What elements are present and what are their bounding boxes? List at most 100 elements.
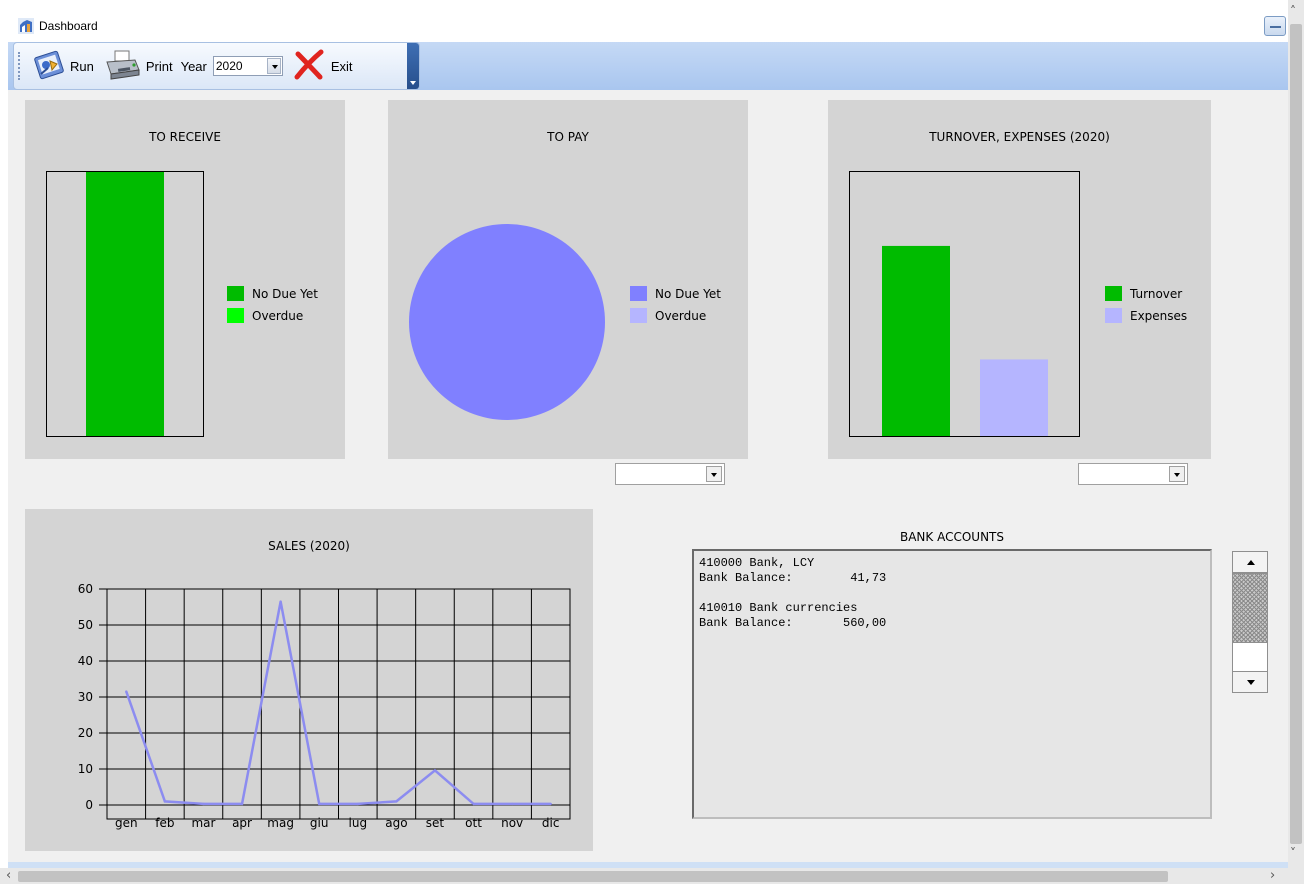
year-select[interactable]: 2020 (212, 56, 283, 76)
year-value: 2020 (215, 59, 243, 73)
to-pay-filter-select[interactable] (615, 463, 725, 485)
x-tick-label: dic (542, 816, 560, 830)
window-title: Dashboard (39, 19, 98, 33)
x-tick-label: giu (310, 816, 329, 830)
x-tick-label: ago (385, 816, 407, 830)
x-tick-label: gen (115, 816, 138, 830)
toolbar: Run Print Year 2020 Exit (13, 42, 420, 90)
sales-data-point (125, 690, 128, 693)
run-icon (32, 48, 66, 85)
legend-swatch (630, 286, 647, 301)
sales-data-point (510, 802, 514, 806)
x-tick-label: set (426, 816, 445, 830)
sales-data-point (472, 802, 475, 806)
chevron-down-icon[interactable] (706, 466, 722, 482)
y-tick-label: 30 (78, 690, 93, 704)
legend-label: No Due Yet (252, 286, 318, 301)
sales-data-point (395, 800, 398, 803)
scroll-down-icon[interactable]: ˅ (1290, 846, 1296, 860)
x-tick-label: mag (267, 816, 294, 830)
to-pay-pie-slice-no-due (409, 224, 605, 420)
run-button[interactable]: Run (32, 48, 94, 85)
legend-item-overdue: Overdue (227, 308, 303, 323)
scroll-track[interactable] (1232, 643, 1268, 671)
exit-label: Exit (330, 58, 353, 74)
y-tick-label: 40 (78, 654, 93, 668)
y-tick-label: 10 (78, 762, 93, 776)
sales-data-point (202, 802, 205, 806)
run-label: Run (70, 58, 94, 74)
legend-label: Expenses (1130, 308, 1188, 323)
legend-swatch (1105, 286, 1122, 301)
legend-swatch (227, 308, 244, 323)
print-label: Print (145, 58, 173, 74)
turnover-bar (882, 245, 950, 436)
to-pay-title: TO PAY (547, 130, 589, 144)
y-tick-label: 50 (78, 618, 93, 632)
x-tick-label: mar (191, 816, 215, 830)
legend-label: Overdue (252, 308, 304, 323)
scrollbar-corner (1288, 866, 1304, 884)
minimize-button[interactable] (1264, 16, 1286, 36)
scroll-left-icon[interactable]: ‹ (6, 868, 11, 883)
scroll-up-icon[interactable]: ˄ (1290, 4, 1296, 18)
legend-item-expenses: Expenses (1105, 308, 1187, 323)
legend-label: No Due Yet (655, 286, 721, 301)
sales-line-chart: 0 10 20 30 40 50 60 gen feb mar apr mag giu lug ago set… (78, 582, 571, 830)
chevron-down-icon[interactable] (1169, 466, 1185, 482)
to-pay-chart (409, 224, 605, 420)
x-tick-label: lug (349, 816, 368, 830)
sales-data-point (549, 802, 552, 806)
sales-data-point (433, 769, 437, 772)
legend-label: Turnover (1130, 286, 1183, 301)
x-tick-label: nov (501, 816, 523, 830)
to-receive-chart (46, 171, 204, 437)
legend-item-no-due-yet: No Due Yet (630, 286, 721, 301)
sales-data-point (356, 802, 359, 806)
sales-data-point (240, 802, 244, 806)
horizontal-scroll-thumb[interactable] (18, 871, 1168, 882)
scroll-up-arrow-icon[interactable] (1232, 551, 1268, 573)
y-tick-label: 0 (85, 798, 93, 812)
to-receive-bar-no-due (86, 172, 164, 436)
scroll-thumb[interactable] (1232, 573, 1268, 643)
vertical-scroll-thumb[interactable] (1290, 24, 1302, 844)
sales-panel: SALES (2020) 0 10 20 30 40 50 60 gen feb mar apr ma… (25, 509, 593, 851)
x-tick-label: apr (232, 816, 252, 830)
print-button[interactable]: Print (104, 48, 173, 85)
legend-label: Overdue (655, 308, 707, 323)
y-tick-label: 20 (78, 726, 93, 740)
toolbar-overflow-button[interactable] (407, 43, 419, 89)
sales-data-point (318, 802, 321, 806)
to-receive-title: TO RECEIVE (149, 130, 221, 144)
exit-button[interactable]: Exit (293, 49, 353, 84)
turnover-filter-select[interactable] (1078, 463, 1188, 485)
turnover-title: TURNOVER, EXPENSES (2020) (929, 130, 1110, 144)
x-tick-label: feb (155, 816, 174, 830)
year-label: Year (180, 58, 207, 74)
legend-swatch (227, 286, 244, 301)
bank-accounts-textbox[interactable]: 410000 Bank, LCY Bank Balance: 41,73 410… (692, 549, 1212, 819)
legend-item-no-due-yet: No Due Yet (227, 286, 318, 301)
sales-data-point (279, 600, 282, 603)
bank-accounts-title: BANK ACCOUNTS (899, 530, 1004, 544)
scroll-right-icon[interactable]: › (1270, 868, 1275, 883)
window-horizontal-scrollbar[interactable] (0, 868, 1288, 884)
scroll-down-arrow-icon[interactable] (1232, 671, 1268, 693)
printer-icon (104, 48, 142, 85)
legend-item-turnover: Turnover (1105, 286, 1182, 301)
legend-item-overdue: Overdue (630, 308, 706, 323)
bank-accounts-scrollbar[interactable] (1232, 551, 1268, 693)
chevron-down-icon[interactable] (266, 58, 281, 74)
turnover-chart (849, 171, 1080, 437)
to-pay-panel: TO PAY No Due Yet Overdue (388, 100, 748, 459)
toolbar-grip[interactable] (18, 52, 22, 80)
expenses-bar (980, 359, 1048, 436)
y-tick-label: 60 (78, 582, 93, 596)
close-icon (293, 49, 325, 84)
sales-data-point (163, 800, 167, 803)
legend-swatch (1105, 308, 1122, 323)
x-tick-label: ott (465, 816, 482, 830)
to-receive-panel: TO RECEIVE No Due Yet Overdue (25, 100, 345, 459)
window-vertical-scrollbar[interactable] (1288, 0, 1304, 866)
